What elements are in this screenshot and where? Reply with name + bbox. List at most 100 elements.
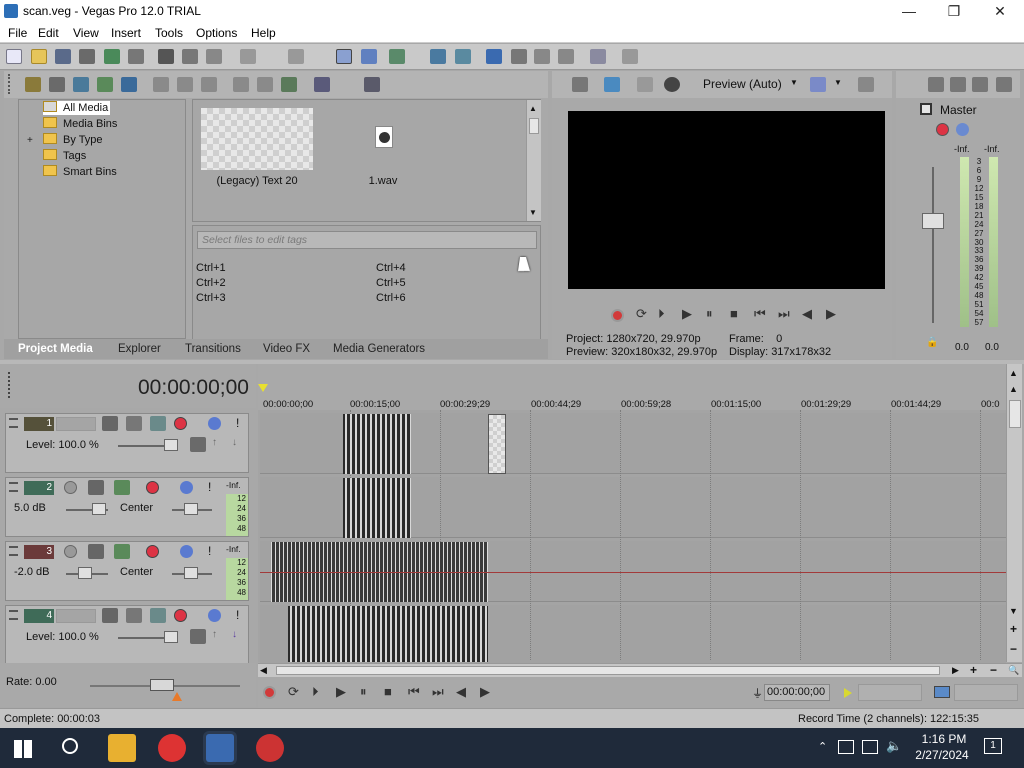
volume-slider-handle[interactable] xyxy=(92,503,106,515)
track-fx-icon[interactable] xyxy=(174,417,187,430)
volume-icon[interactable]: 🔈 xyxy=(886,738,902,754)
level-slider-handle[interactable] xyxy=(164,631,178,643)
tab-video-fx[interactable]: Video FX xyxy=(257,340,316,358)
go-to-end-icon[interactable]: ⏭ xyxy=(778,306,790,322)
zoom-tool-icon[interactable] xyxy=(558,49,574,64)
chevron-down-icon[interactable]: ▼ xyxy=(790,78,798,87)
scroll-left-icon[interactable]: ◀ xyxy=(260,665,267,676)
track-header-2[interactable]: 2 ! 5.0 dB Center -Inf. 12 24 36 48 xyxy=(5,477,249,537)
zoom-out-icon[interactable]: − xyxy=(1010,642,1017,656)
scroll-right-icon[interactable]: ▶ xyxy=(952,665,959,676)
scroll-thumb[interactable] xyxy=(276,666,940,675)
move-up-icon[interactable]: ↑ xyxy=(212,629,217,640)
timecode-display[interactable]: 00:00:00;00 xyxy=(138,376,249,400)
ignore-grouping-icon[interactable] xyxy=(486,49,502,64)
move-down-icon[interactable]: ↓ xyxy=(232,629,237,640)
make-compositing-child-icon[interactable] xyxy=(126,608,142,623)
shortcut-ctrl2[interactable]: Ctrl+2 xyxy=(196,277,226,289)
invert-phase-icon[interactable] xyxy=(88,544,104,559)
make-compositing-child-icon[interactable] xyxy=(126,416,142,431)
enable-snapping-icon[interactable] xyxy=(534,49,550,64)
envelope-tool-icon[interactable] xyxy=(361,49,377,64)
stop-icon[interactable]: ■ xyxy=(730,306,738,321)
play-icon[interactable]: ▶ xyxy=(336,684,346,700)
chrome-icon[interactable] xyxy=(158,734,186,762)
render-icon[interactable] xyxy=(104,49,120,64)
snapping-icon[interactable] xyxy=(389,49,405,64)
split-screen-icon[interactable] xyxy=(664,77,680,92)
extract-audio-icon[interactable] xyxy=(97,77,113,92)
whats-this-icon[interactable] xyxy=(622,49,638,64)
maximize-button[interactable]: ❐ xyxy=(931,0,977,23)
vegas-taskbar-icon[interactable] xyxy=(206,734,234,762)
track-fx-icon[interactable] xyxy=(146,545,159,558)
panel-grip-icon[interactable] xyxy=(8,74,14,94)
views-icon[interactable] xyxy=(314,77,330,92)
zoom-in-time-icon[interactable]: + xyxy=(970,663,977,677)
online-help-icon[interactable] xyxy=(590,49,606,64)
import-media-icon[interactable] xyxy=(25,77,41,92)
video-event-clip[interactable] xyxy=(343,414,411,474)
taskbar-time[interactable]: 1:16 PM xyxy=(916,732,972,746)
copy-icon[interactable] xyxy=(182,49,198,64)
open-icon[interactable] xyxy=(31,49,47,64)
shortcut-ctrl4[interactable]: Ctrl+4 xyxy=(376,262,406,274)
track-header-3[interactable]: 3 ! -2.0 dB Center -Inf. 12 24 36 48 xyxy=(5,541,249,601)
shortcut-ctrl6[interactable]: Ctrl+6 xyxy=(376,292,406,304)
loop-icon[interactable]: ⟳ xyxy=(288,684,299,700)
zoom-tool-icon[interactable]: 🔍 xyxy=(1008,665,1019,676)
menu-options[interactable]: Options xyxy=(196,26,237,40)
copy-snapshot-icon[interactable] xyxy=(858,77,874,92)
redo-icon[interactable] xyxy=(288,49,304,64)
play-from-start-icon[interactable]: ⏵ xyxy=(312,684,319,700)
motion-icon[interactable] xyxy=(150,608,166,623)
minimize-button[interactable]: — xyxy=(886,0,932,23)
menu-tools[interactable]: Tools xyxy=(155,26,183,40)
mixer-settings-icon[interactable] xyxy=(996,77,1012,92)
go-to-start-icon[interactable]: ⏮ xyxy=(754,306,766,322)
scroll-up-icon[interactable]: ▲ xyxy=(1009,368,1018,378)
video-fx-icon[interactable] xyxy=(637,77,653,92)
tray-security-icon[interactable] xyxy=(838,740,854,754)
timeline-horizontal-scrollbar[interactable]: ◀ ▶ + − 🔍 xyxy=(258,663,1022,677)
tab-media-generators[interactable]: Media Generators xyxy=(327,340,431,358)
expand-by-type-icon[interactable]: + xyxy=(27,135,33,146)
track-motion-icon[interactable] xyxy=(190,629,206,644)
capture-video-icon[interactable] xyxy=(49,77,65,92)
tab-transitions[interactable]: Transitions xyxy=(179,340,247,358)
master-bus-icon[interactable] xyxy=(920,103,932,115)
play-from-start-icon[interactable]: ⏵ xyxy=(658,306,665,322)
media-properties-icon[interactable] xyxy=(201,77,217,92)
auto-preview-icon[interactable] xyxy=(281,77,297,92)
pan-slider-handle[interactable] xyxy=(184,503,198,515)
preview-quality-dropdown[interactable]: Preview (Auto) xyxy=(703,77,782,91)
search-icon[interactable] xyxy=(62,738,78,754)
video-preview-screen[interactable] xyxy=(568,111,885,289)
remove-media-icon[interactable] xyxy=(153,77,169,92)
tree-item-by-type[interactable]: By Type xyxy=(43,133,103,147)
mute-icon[interactable] xyxy=(208,417,221,430)
text-event-clip[interactable] xyxy=(488,414,506,474)
previous-frame-icon[interactable]: ◀ xyxy=(802,306,812,322)
go-to-end-icon[interactable]: ⏭ xyxy=(432,684,444,700)
text-media-thumbnail[interactable] xyxy=(201,108,313,170)
volume-envelope[interactable] xyxy=(260,572,1006,573)
save-icon[interactable] xyxy=(55,49,71,64)
auto-ripple-icon[interactable] xyxy=(430,49,446,64)
track-header-4[interactable]: 4 ! Level: 100.0 % ↑ ↓ xyxy=(5,605,249,665)
lock-icon[interactable]: 🔒 xyxy=(926,337,938,348)
next-frame-icon[interactable]: ▶ xyxy=(480,684,490,700)
master-mute-icon[interactable] xyxy=(956,123,969,136)
thumbnails-scrollbar[interactable]: ▲ ▼ xyxy=(526,100,541,221)
scroll-up-icon[interactable]: ▲ xyxy=(529,104,537,113)
new-icon[interactable] xyxy=(6,49,22,64)
automation-icon[interactable] xyxy=(114,544,130,559)
rate-slider-handle[interactable] xyxy=(150,679,174,691)
tree-item-smart-bins[interactable]: Smart Bins xyxy=(43,165,117,179)
solo-icon[interactable]: ! xyxy=(208,480,211,494)
solo-icon[interactable]: ! xyxy=(236,608,239,622)
downmix-icon[interactable] xyxy=(950,77,966,92)
menu-view[interactable]: View xyxy=(73,26,99,40)
close-button[interactable]: ✕ xyxy=(977,0,1023,23)
track-expand-icon[interactable] xyxy=(9,418,18,428)
